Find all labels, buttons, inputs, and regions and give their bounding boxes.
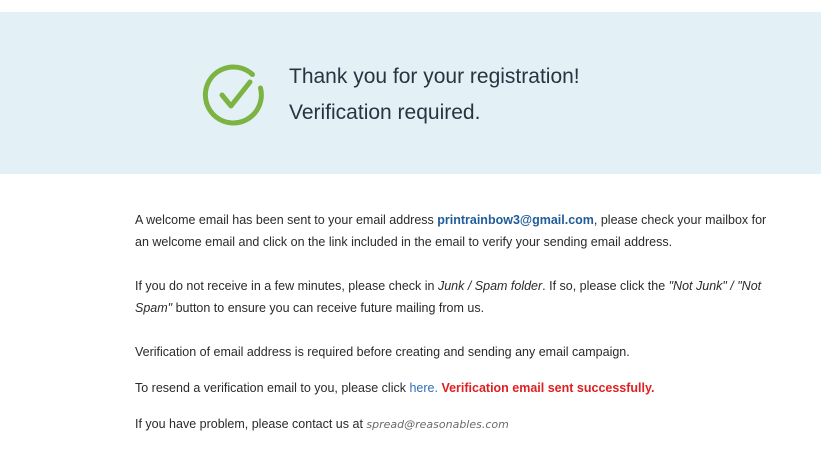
- contact-text: If you have problem, please contact us a…: [135, 417, 367, 431]
- banner-text: Thank you for your registration! Verific…: [289, 59, 580, 131]
- contact-email: spread@reasonables.com: [366, 418, 509, 431]
- verification-required-paragraph: Verification of email address is require…: [135, 345, 630, 359]
- welcome-text: A welcome email has been sent to your em…: [135, 213, 438, 227]
- welcome-email-paragraph: A welcome email has been sent to your em…: [135, 209, 775, 253]
- message-content: A welcome email has been sent to your em…: [135, 209, 775, 436]
- status-message: Verification email sent successfully.: [441, 381, 655, 395]
- contact-paragraph: If you have problem, please contact us a…: [135, 413, 775, 436]
- user-email: printrainbow3@gmail.com: [437, 213, 594, 227]
- checkmark-circle-icon: [202, 64, 264, 126]
- resend-text: To resend a verification email to you, p…: [135, 381, 410, 395]
- junk-folder-name: Junk / Spam folder: [437, 279, 543, 293]
- junk-text-middle: . If so, please click the: [542, 279, 669, 293]
- junk-text-after: button to ensure you can receive future …: [172, 301, 485, 315]
- verification-page: Thank you for your registration! Verific…: [0, 0, 821, 473]
- page-title: Thank you for your registration!: [289, 65, 580, 88]
- page-subtitle: Verification required.: [289, 101, 481, 124]
- resend-link[interactable]: here.: [409, 381, 438, 395]
- resend-paragraph: To resend a verification email to you, p…: [135, 377, 775, 399]
- junk-folder-paragraph: If you do not receive in a few minutes, …: [135, 275, 775, 319]
- registration-banner: Thank you for your registration! Verific…: [0, 12, 821, 174]
- junk-text: If you do not receive in a few minutes, …: [135, 279, 438, 293]
